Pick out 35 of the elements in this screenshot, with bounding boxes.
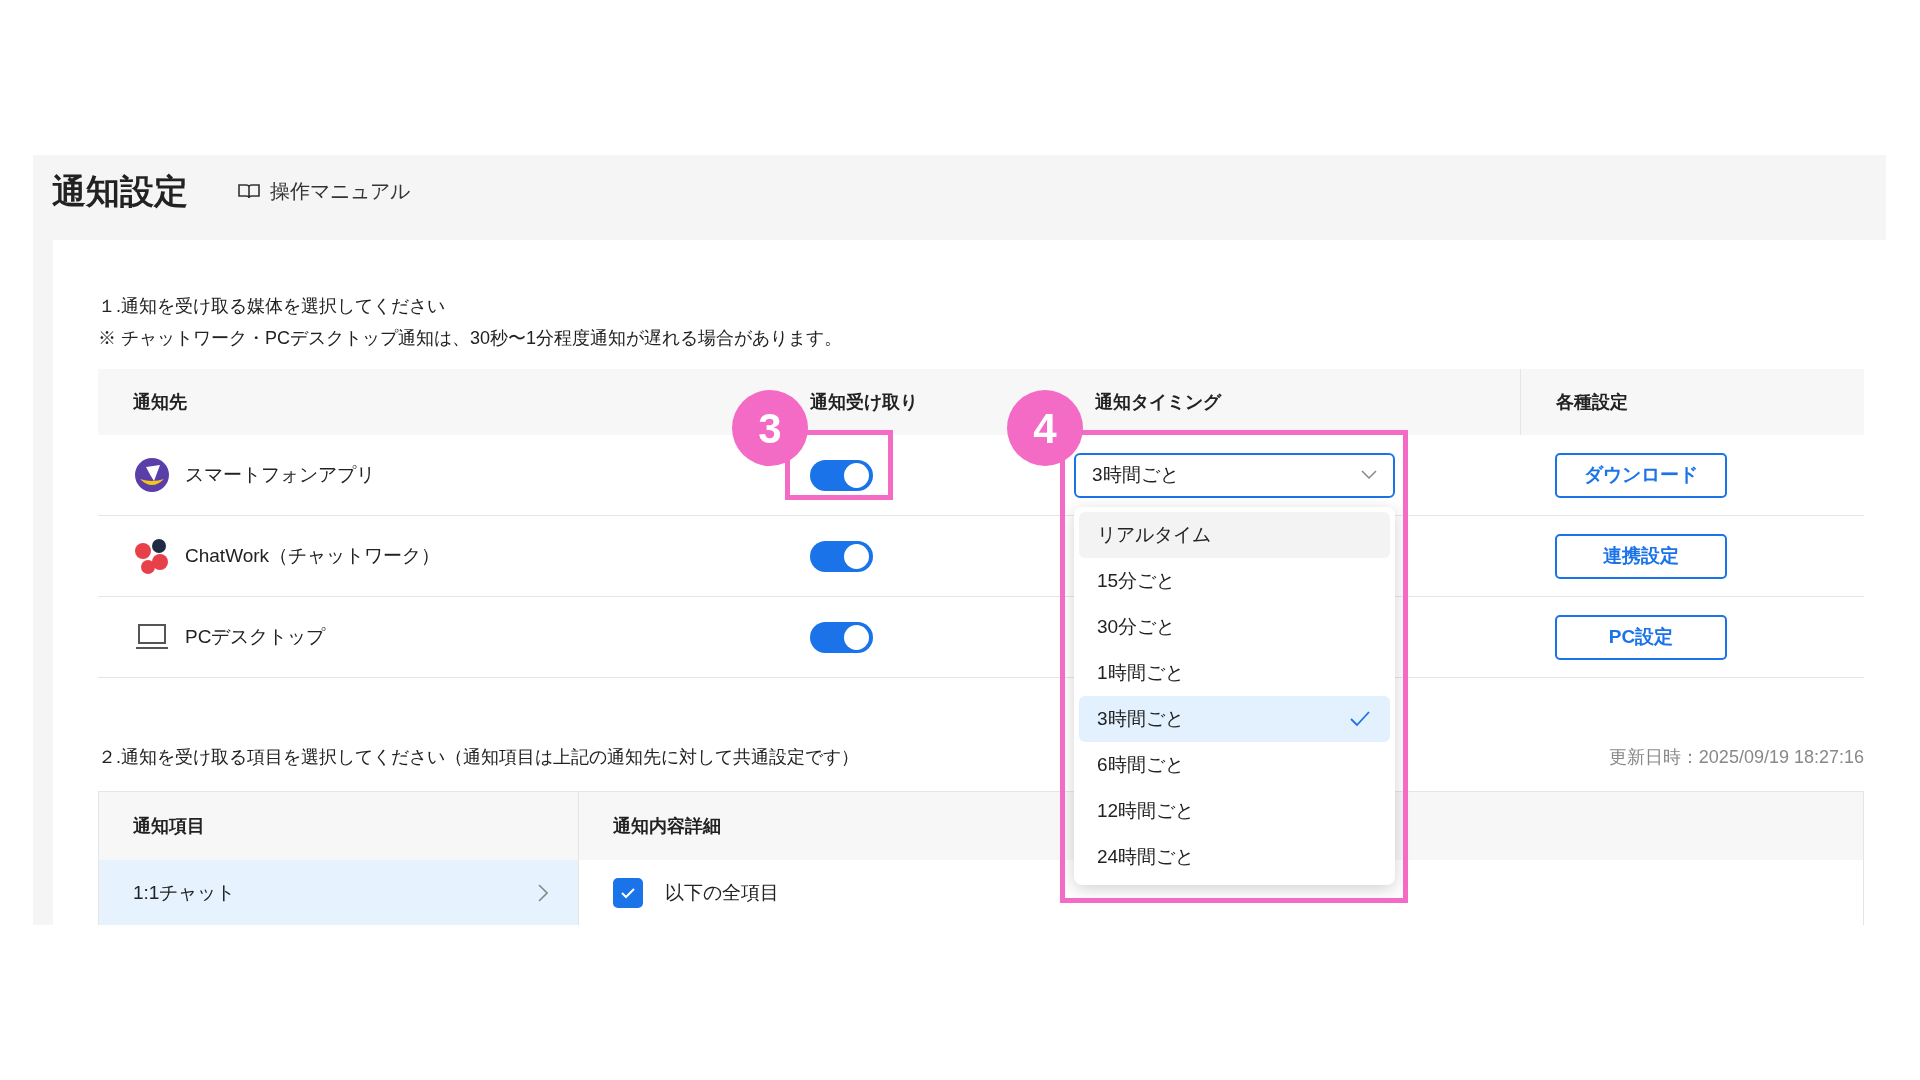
column-header: 各種設定 <box>1556 390 1628 414</box>
app-logo-icon <box>134 457 170 493</box>
destination-name: ChatWork（チャットワーク） <box>185 543 441 568</box>
checkmark-icon <box>1350 711 1370 727</box>
chatwork-logo-icon <box>133 537 171 575</box>
updated-timestamp: 更新日時：2025/09/19 18:27:16 <box>1608 746 1864 769</box>
column-header: 通知先 <box>133 390 187 414</box>
page-title: 通知設定 <box>52 170 188 212</box>
settings-button[interactable]: ダウンロード <box>1555 452 1727 498</box>
settings-button[interactable]: PC設定 <box>1555 614 1727 660</box>
checkbox[interactable] <box>613 878 643 908</box>
checkbox-label: 以下の全項目 <box>665 880 779 905</box>
checkmark-icon <box>621 887 635 899</box>
section-heading: １.通知を受け取る媒体を選択してください <box>98 295 446 318</box>
book-icon <box>238 182 260 200</box>
column-header: 通知受け取り <box>810 390 918 414</box>
category-item[interactable]: 1:1チャット <box>99 860 578 925</box>
destination-name: スマートフォンアプリ <box>185 462 375 487</box>
timing-select[interactable]: 3時間ごと <box>1074 452 1395 498</box>
dropdown-option[interactable]: リアルタイム <box>1079 512 1390 558</box>
column-header: 通知内容詳細 <box>613 814 721 838</box>
destination-name: PCデスクトップ <box>185 624 326 649</box>
section-heading: ２.通知を受け取る項目を選択してください（通知項目は上記の通知先に対して共通設定です） <box>98 746 859 769</box>
dropdown-option[interactable]: 3時間ごと <box>1079 696 1390 742</box>
settings-button[interactable]: 連携設定 <box>1555 533 1727 579</box>
column-header: 通知タイミング <box>1095 390 1221 414</box>
chevron-down-icon <box>1361 470 1377 480</box>
toggle-switch[interactable] <box>810 540 873 572</box>
laptop-icon <box>135 623 169 651</box>
chevron-right-icon <box>538 884 548 902</box>
manual-link[interactable]: 操作マニュアル <box>238 176 410 206</box>
column-header: 通知項目 <box>133 814 205 838</box>
section-note: ※ チャットワーク・PCデスクトップ通知は、30秒〜1分程度通知が遅れる場合があります。 <box>98 327 844 350</box>
toggle-switch[interactable] <box>810 459 873 491</box>
toggle-switch[interactable] <box>810 621 873 653</box>
